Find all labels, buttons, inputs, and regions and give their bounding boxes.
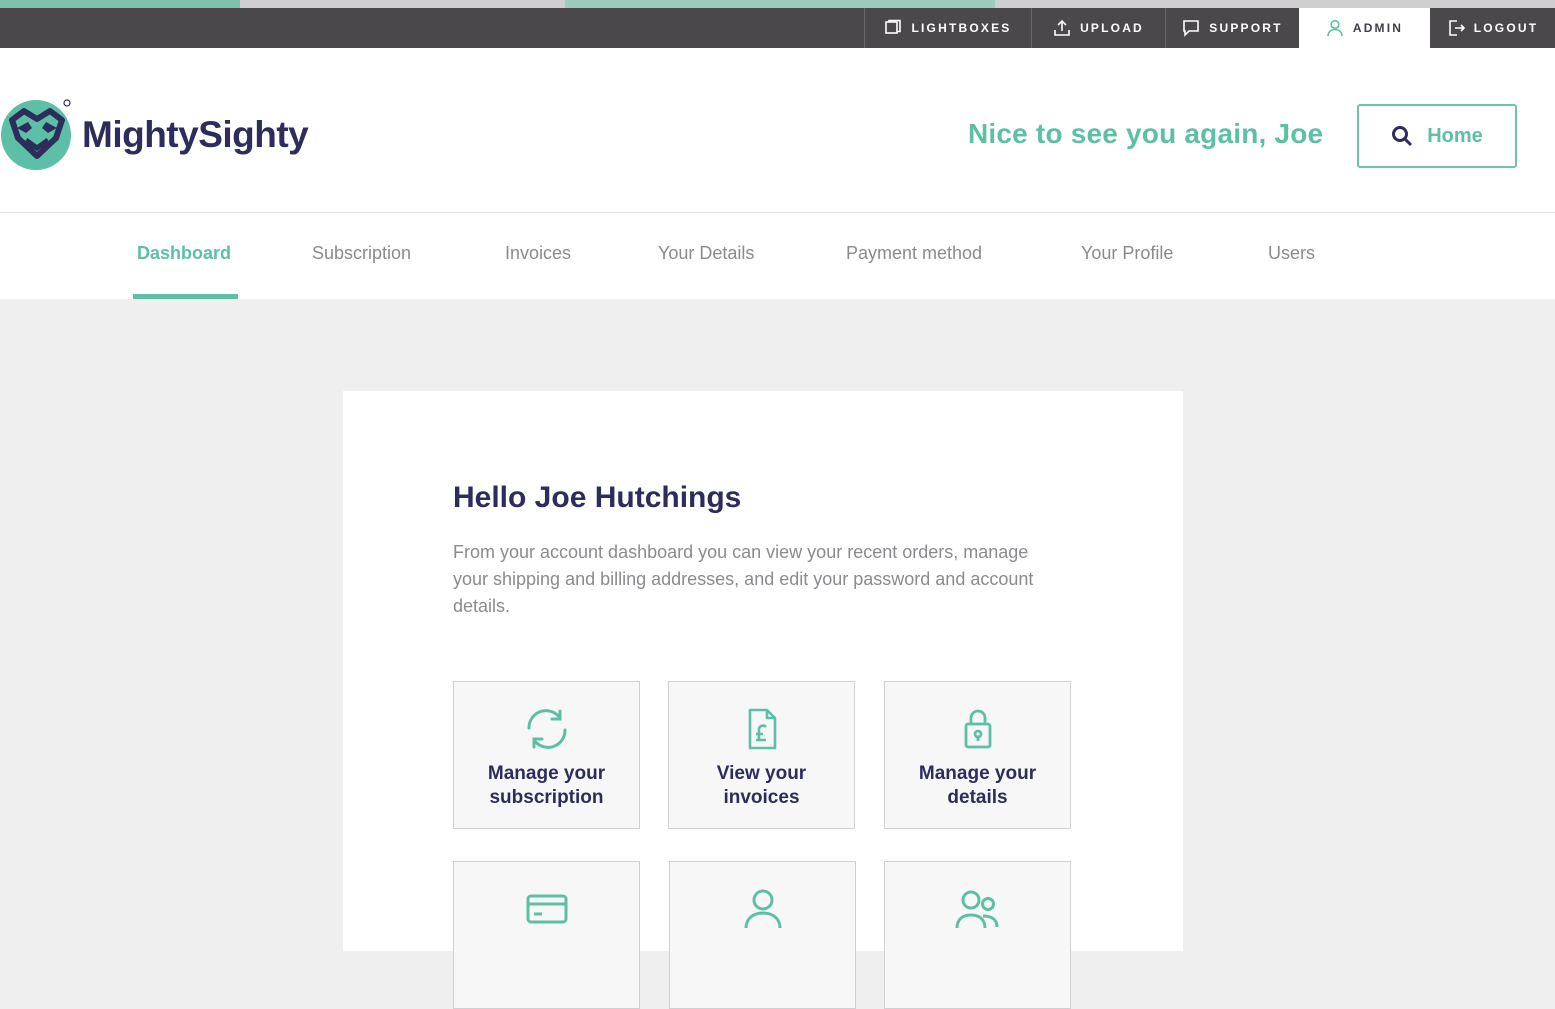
logout-link[interactable]: LOGOUT bbox=[1430, 8, 1555, 48]
your-profile-tile[interactable] bbox=[669, 861, 856, 1009]
view-invoices-tile[interactable]: View your invoices bbox=[668, 681, 855, 829]
logo[interactable]: MightySighty bbox=[0, 98, 309, 172]
users-tile[interactable] bbox=[884, 861, 1071, 1009]
brand-name: MightySighty bbox=[82, 114, 309, 155]
dashboard-description: From your account dashboard you can view… bbox=[453, 542, 1034, 616]
search-icon bbox=[1392, 126, 1413, 147]
logout-label: LOGOUT bbox=[1473, 21, 1539, 35]
top-accent-strip bbox=[0, 0, 1555, 8]
invoice-icon bbox=[748, 708, 776, 750]
active-tab-indicator bbox=[133, 294, 238, 299]
support-icon bbox=[1183, 20, 1200, 37]
accent-segment bbox=[565, 0, 995, 8]
greeting-text: Nice to see you again, Joe bbox=[968, 118, 1324, 149]
dashboard-card: Hello Joe Hutchings From your account da… bbox=[343, 391, 1183, 1009]
payment-method-tile[interactable] bbox=[453, 861, 640, 1009]
accent-segment bbox=[0, 0, 240, 8]
home-label: Home bbox=[1427, 124, 1483, 147]
tile-label: Manage your subscription bbox=[487, 763, 606, 808]
lightboxes-label: LIGHTBOXES bbox=[911, 21, 1012, 35]
manage-details-tile[interactable]: Manage your details bbox=[884, 681, 1071, 829]
lock-icon bbox=[964, 709, 991, 749]
tile-label: View your invoices bbox=[716, 763, 807, 808]
tab-your-profile[interactable]: Your Profile bbox=[1081, 243, 1173, 264]
admin-label: ADMIN bbox=[1352, 21, 1404, 35]
lightbox-icon bbox=[885, 19, 902, 34]
logo-icon bbox=[0, 98, 74, 172]
utility-bar: LIGHTBOXES UPLOAD SUPPORT ADMIN LOGOUT bbox=[0, 8, 1555, 48]
support-link[interactable]: SUPPORT bbox=[1165, 8, 1299, 48]
tab-your-details[interactable]: Your Details bbox=[658, 243, 754, 264]
tab-payment-method[interactable]: Payment method bbox=[846, 243, 982, 264]
card-icon bbox=[526, 894, 567, 924]
page-title: Hello Joe Hutchings bbox=[453, 481, 742, 514]
logout-icon bbox=[1448, 20, 1465, 36]
tab-dashboard[interactable]: Dashboard bbox=[137, 243, 231, 264]
user-icon bbox=[1327, 19, 1343, 37]
users-icon bbox=[955, 890, 998, 929]
support-label: SUPPORT bbox=[1209, 21, 1283, 35]
upload-link[interactable]: UPLOAD bbox=[1031, 8, 1165, 48]
lightboxes-link[interactable]: LIGHTBOXES bbox=[864, 8, 1031, 48]
upload-icon bbox=[1054, 19, 1070, 36]
home-button[interactable]: Home bbox=[1357, 104, 1517, 168]
tile-label: Manage your details bbox=[918, 763, 1037, 808]
upload-label: UPLOAD bbox=[1080, 21, 1144, 35]
site-header: MightySighty Nice to see you again, Joe … bbox=[0, 48, 1555, 213]
account-nav: Dashboard Subscription Invoices Your Det… bbox=[0, 213, 1555, 299]
user-icon bbox=[744, 889, 781, 929]
refresh-icon bbox=[526, 709, 567, 749]
admin-link[interactable]: ADMIN bbox=[1299, 8, 1430, 48]
tab-subscription[interactable]: Subscription bbox=[312, 243, 411, 264]
tab-users[interactable]: Users bbox=[1268, 243, 1315, 264]
manage-subscription-tile[interactable]: Manage your subscription bbox=[453, 681, 640, 829]
tab-invoices[interactable]: Invoices bbox=[505, 243, 571, 264]
